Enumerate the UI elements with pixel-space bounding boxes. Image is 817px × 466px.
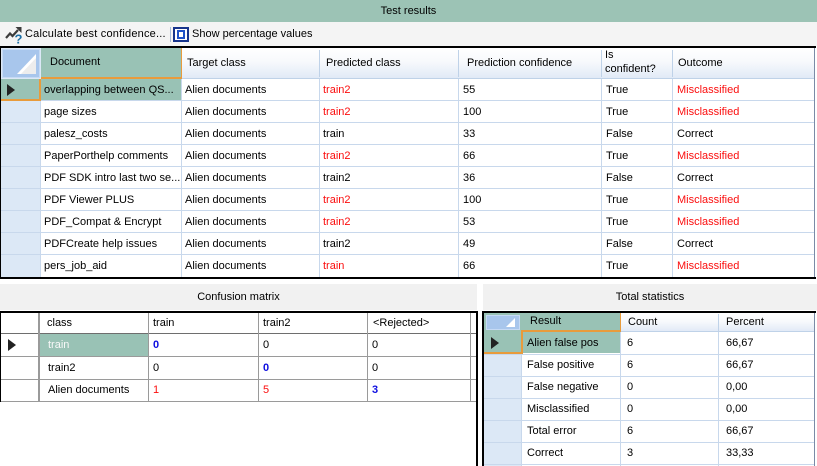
svg-text:?: ?	[15, 32, 23, 46]
